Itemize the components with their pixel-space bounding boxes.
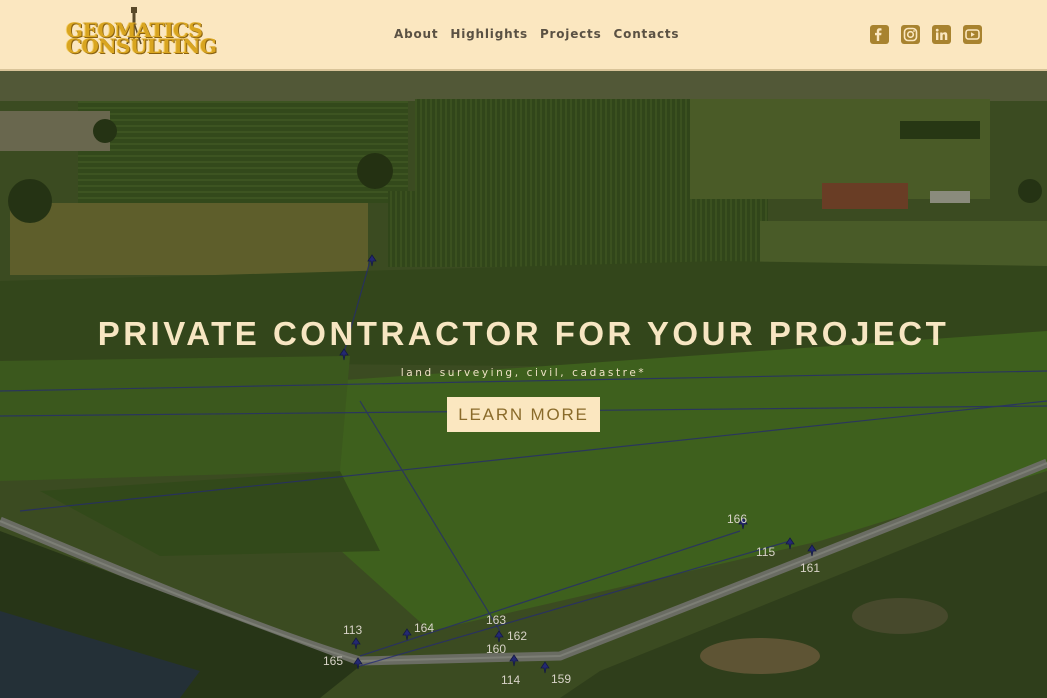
company-logo[interactable]: GEOMATICS CONSULTING — [66, 6, 217, 62]
hero-subtitle: land surveying, civil, cadastre* — [400, 367, 647, 379]
hero-overlay — [0, 71, 1047, 698]
marker-label: 163 — [486, 613, 507, 627]
marker-label: 115 — [756, 545, 776, 559]
hero-section: 166 115 161 163 162 160 164 113 165 114 … — [0, 71, 1047, 698]
logo-line-2: CONSULTING — [66, 34, 217, 58]
youtube-icon[interactable] — [963, 25, 982, 44]
marker-label: 160 — [486, 642, 507, 656]
facebook-icon[interactable] — [870, 25, 889, 44]
marker-label: 164 — [414, 621, 435, 635]
marker-label: 165 — [323, 654, 344, 668]
nav-link-projects[interactable]: Projects — [540, 27, 602, 41]
marker-label: 114 — [501, 673, 521, 687]
marker-label: 113 — [343, 623, 363, 637]
nav-link-about[interactable]: About — [394, 27, 438, 41]
marker-label: 159 — [551, 672, 572, 686]
linkedin-icon[interactable] — [932, 25, 951, 44]
main-nav: About Highlights Projects Contacts — [394, 27, 679, 41]
instagram-icon[interactable] — [901, 25, 920, 44]
nav-link-contacts[interactable]: Contacts — [614, 27, 680, 41]
hero-title: PRIVATE CONTRACTOR FOR YOUR PROJECT — [97, 315, 950, 352]
marker-label: 166 — [727, 512, 748, 526]
marker-label: 161 — [800, 561, 821, 575]
social-links — [870, 25, 982, 44]
site-header: GEOMATICS CONSULTING About Highlights Pr… — [0, 0, 1047, 71]
nav-link-highlights[interactable]: Highlights — [450, 27, 528, 41]
learn-more-button[interactable]: LEARN MORE — [447, 397, 600, 432]
marker-label: 162 — [507, 629, 528, 643]
